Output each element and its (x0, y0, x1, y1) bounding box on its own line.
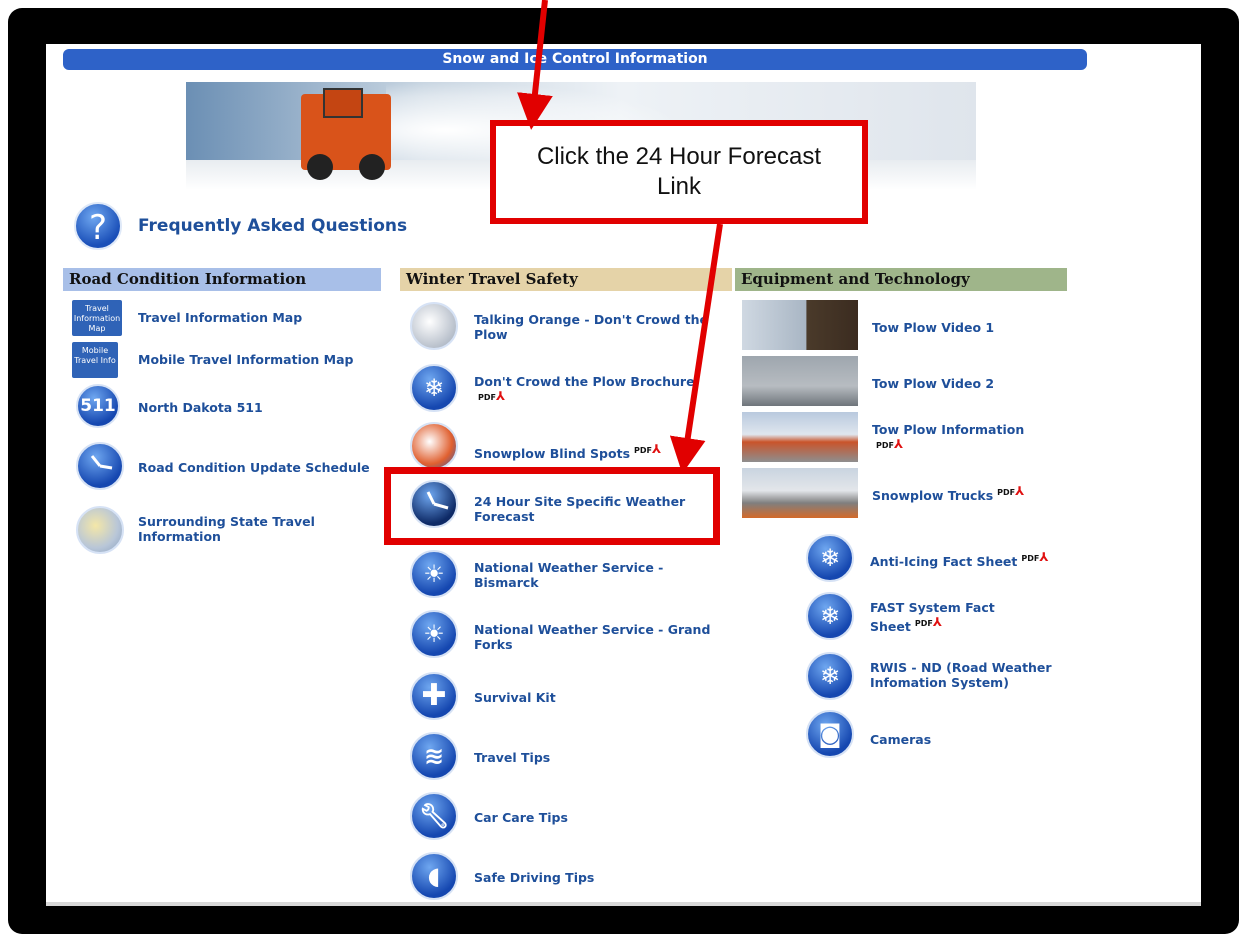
link-snowplow-trucks[interactable]: Snowplow Trucks PDF⅄ (742, 468, 1024, 518)
link-safe-driving-tips[interactable]: ◖ Safe Driving Tips (410, 852, 594, 900)
link-tow-plow-video-1[interactable]: Tow Plow Video 1 (742, 300, 994, 350)
snowflake-icon: ❄ (806, 652, 854, 700)
link-dont-crowd-plow-brochure[interactable]: ❄ Don't Crowd the Plow Brochure PDF⅄ (410, 364, 709, 412)
link-nws-bismarck[interactable]: ☀ National Weather Service - Bismarck (410, 550, 704, 598)
camera-icon: ◙ (806, 710, 854, 758)
link-survival-kit[interactable]: ✚ Survival Kit (410, 672, 556, 720)
snowflake-icon: ❄ (410, 364, 458, 412)
equipment-heading: Equipment and Technology (735, 268, 1067, 291)
slow-down-icon (410, 302, 458, 350)
tow-plow-information-thumbnail (742, 412, 858, 462)
travel-map-icon: Travel Information Map (72, 300, 122, 336)
link-travel-information-map[interactable]: Travel Information Map Travel Informatio… (72, 300, 302, 336)
map-icon (76, 506, 124, 554)
link-rwis-nd[interactable]: ❄ RWIS - ND (Road Weather Infomation Sys… (806, 652, 1070, 700)
road-icon: ≋ (410, 732, 458, 780)
link-nws-grand-forks[interactable]: ☀ National Weather Service - Grand Forks (410, 610, 714, 658)
link-north-dakota-511[interactable]: 511 North Dakota 511 (76, 384, 263, 428)
link-talking-orange[interactable]: Talking Orange - Don't Crowd the Plow (410, 302, 709, 350)
pdf-icon: PDF⅄ (914, 615, 942, 629)
pdf-icon: PDF⅄ (634, 442, 662, 456)
plus-icon: ✚ (410, 672, 458, 720)
snowplow-trucks-thumbnail (742, 468, 858, 518)
link-tow-plow-video-2[interactable]: Tow Plow Video 2 (742, 356, 994, 406)
link-travel-tips[interactable]: ≋ Travel Tips (410, 732, 550, 780)
weather-icon: ☀ (410, 610, 458, 658)
mobile-travel-icon: Mobile Travel Info (72, 342, 118, 378)
link-fast-system-fact-sheet[interactable]: ❄ FAST System Fact Sheet PDF⅄ (806, 592, 1020, 640)
faq-label: Frequently Asked Questions (138, 216, 408, 236)
link-tow-plow-information[interactable]: Tow Plow Information PDF⅄ (742, 412, 1024, 462)
headlight-icon: ◖ (410, 852, 458, 900)
snowflake-icon: ❄ (806, 534, 854, 582)
road-condition-heading: Road Condition Information (63, 268, 381, 291)
link-car-care-tips[interactable]: 🔧︎ Car Care Tips (410, 792, 568, 840)
link-mobile-travel-map[interactable]: Mobile Travel Info Mobile Travel Informa… (72, 342, 354, 378)
pdf-icon: PDF⅄ (997, 484, 1025, 498)
faq-link[interactable]: ? Frequently Asked Questions (74, 202, 407, 250)
511-icon: 511 (76, 384, 120, 428)
plow-icon (410, 422, 458, 470)
link-anti-icing-fact-sheet[interactable]: ❄ Anti-Icing Fact Sheet PDF⅄ (806, 534, 1048, 582)
link-cameras[interactable]: ◙ Cameras (806, 710, 931, 758)
link-snowplow-blind-spots[interactable]: Snowplow Blind Spots PDF⅄ (410, 422, 661, 470)
winter-travel-heading: Winter Travel Safety (400, 268, 732, 291)
snowflake-icon: ❄ (806, 592, 854, 640)
bottom-scrollbar[interactable] (46, 902, 1201, 906)
tow-plow-video-1-thumbnail (742, 300, 858, 350)
weather-icon: ☀ (410, 550, 458, 598)
pdf-icon: PDF⅄ (1021, 550, 1049, 564)
question-icon: ? (74, 202, 122, 250)
annotation-highlight-box (384, 467, 720, 545)
annotation-callout: Click the 24 Hour Forecast Link (490, 120, 868, 224)
link-surrounding-state-travel[interactable]: Surrounding State Travel Information (76, 506, 328, 554)
pdf-icon: PDF⅄ (876, 437, 904, 451)
tow-plow-video-2-thumbnail (742, 356, 858, 406)
pdf-icon: PDF⅄ (478, 389, 506, 403)
wrench-icon: 🔧︎ (410, 792, 458, 840)
page-title-bar: Snow and Ice Control Information (63, 49, 1087, 70)
link-road-condition-schedule[interactable]: Road Condition Update Schedule (76, 442, 370, 490)
clock-icon (76, 442, 124, 490)
